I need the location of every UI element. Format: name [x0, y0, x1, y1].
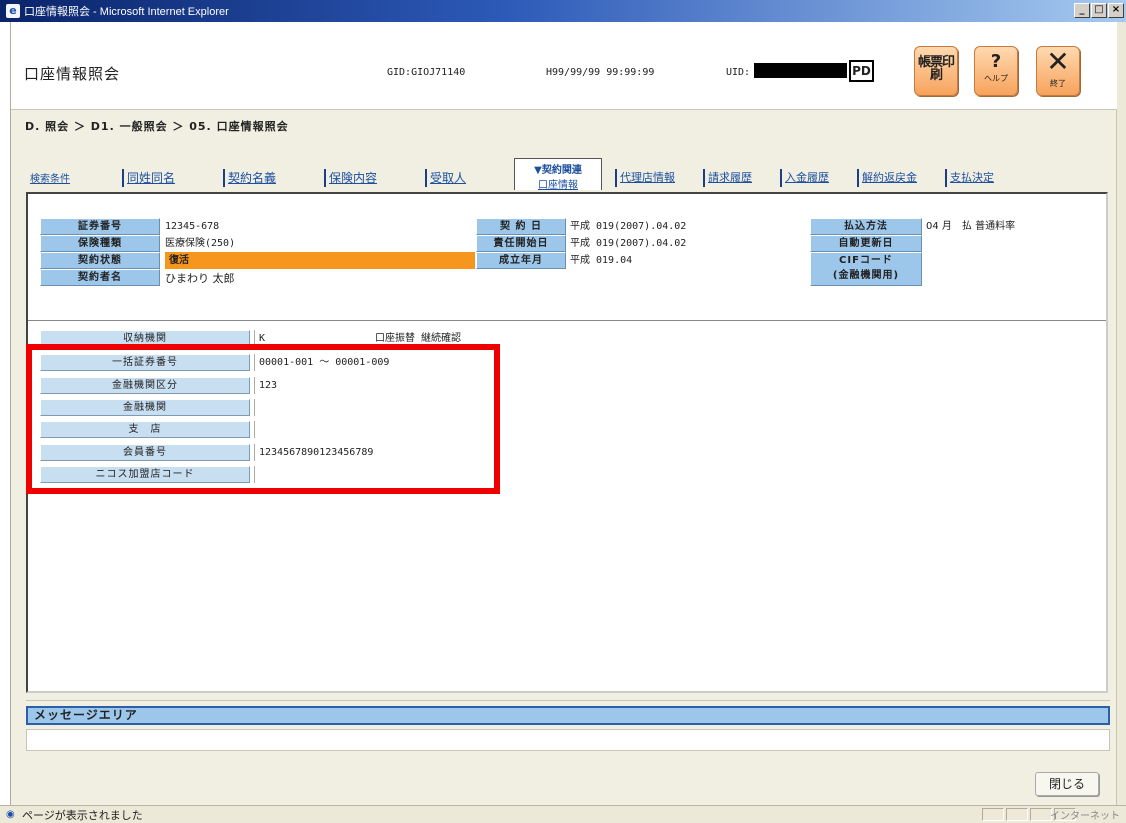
status-value: 復活 [165, 252, 475, 269]
status-bar: ◉ ページが表示されました インターネット [0, 805, 1126, 823]
tab-account-info[interactable]: ▼契約関連 口座情報 [514, 158, 602, 191]
breadcrumb: D. 照会 ＞ D1. 一般照会 ＞ 05. 口座情報照会 [25, 120, 289, 133]
liability-start-label: 責任開始日 [476, 235, 566, 252]
holder-value: ひまわり 太郎 [165, 272, 235, 285]
financial-institution-label: 金融機関 [40, 399, 250, 416]
tab-cancellation-refund[interactable]: 解約返戻金 [857, 169, 920, 187]
collection-agency-value: K 口座振替 継続確認 [254, 330, 461, 347]
close-window-button[interactable]: × [1108, 3, 1124, 18]
close-button[interactable]: 閉じる [1035, 772, 1099, 796]
liability-start-value: 平成 019(2007).04.02 [570, 238, 687, 249]
status-text: ページが表示されました [22, 809, 143, 822]
exit-button[interactable]: ✕ 終了 [1036, 46, 1080, 96]
print-button[interactable]: 帳票印刷 [914, 46, 958, 96]
established-value: 平成 019.04 [570, 255, 633, 266]
message-area-body [26, 729, 1110, 751]
insurance-type-label: 保険種類 [40, 235, 160, 252]
datetime-text: H99/99/99 99:99:99 [546, 67, 655, 78]
window-controls: _ □ × [1074, 3, 1124, 18]
nicos-merchant-code-value [254, 466, 259, 483]
policy-no-value: 12345-678 [165, 221, 220, 232]
status-cell [1006, 808, 1028, 821]
uid-label: UID: [726, 67, 751, 78]
window-title-bar: e 口座情報照会 - Microsoft Internet Explorer _… [0, 0, 1126, 22]
print-label: 帳票印刷 [917, 55, 955, 83]
tab-billing-history[interactable]: 請求履歴 [703, 169, 755, 187]
auto-renewal-label: 自動更新日 [810, 235, 922, 252]
contract-date-label: 契 約 日 [476, 218, 566, 235]
insurance-type-value: 医療保険(250) [165, 238, 236, 249]
tab-search-condition[interactable]: 検索条件 [27, 170, 73, 188]
status-label: 契約状態 [40, 252, 160, 269]
cif-code-label: CIFコード (金融機関用) [810, 252, 922, 286]
minimize-button[interactable]: _ [1074, 3, 1090, 18]
financial-category-label: 金融機関区分 [40, 377, 250, 394]
policy-no-label: 証券番号 [40, 218, 160, 235]
section-divider [28, 320, 1106, 321]
nicos-merchant-code-label: ニコス加盟店コード [40, 466, 250, 483]
payment-method-value: 04 月 払 普通料率 [926, 221, 1016, 232]
payment-method-label: 払込方法 [810, 218, 922, 235]
bulk-policy-no-label: 一括証券番号 [40, 354, 250, 371]
branch-value [254, 421, 259, 438]
zone-text: インターネット [1050, 811, 1120, 822]
tab-account-info-label: 口座情報 [538, 180, 578, 191]
app-frame: 口座情報照会 GID:GIOJ71140 H99/99/99 99:99:99 … [10, 22, 1117, 805]
ie-icon: e [6, 4, 20, 18]
tab-recipient[interactable]: 受取人 [425, 169, 469, 187]
tab-contract-name[interactable]: 契約名義 [223, 169, 279, 187]
help-button[interactable]: ? ヘルプ [974, 46, 1018, 96]
tab-deposit-history[interactable]: 入金履歴 [780, 169, 832, 187]
uid-redacted [754, 63, 847, 78]
branch-label: 支 店 [40, 421, 250, 438]
help-label: ヘルプ [984, 74, 1008, 83]
contract-date-value: 平成 019(2007).04.02 [570, 221, 687, 232]
app-header: 口座情報照会 GID:GIOJ71140 H99/99/99 99:99:99 … [11, 22, 1117, 110]
message-area-header: メッセージエリア [26, 706, 1110, 725]
established-label: 成立年月 [476, 252, 566, 269]
tab-bar: 検索条件 同姓同名 契約名義 保険内容 受取人 ▼契約関連 口座情報 代理店情報… [27, 158, 1107, 191]
collection-agency-label: 収納機関 [40, 330, 250, 347]
maximize-button[interactable]: □ [1091, 3, 1107, 18]
account-info-panel: 証券番号 12345-678 保険種類 医療保険(250) 契約状態 復活 契約… [26, 192, 1108, 693]
status-cell [1030, 808, 1052, 821]
status-cell [982, 808, 1004, 821]
tab-same-name[interactable]: 同姓同名 [122, 169, 178, 187]
financial-institution-value [254, 399, 259, 416]
tab-insurance-content[interactable]: 保険内容 [324, 169, 380, 187]
window-title: 口座情報照会 - Microsoft Internet Explorer [24, 6, 229, 18]
vertical-scrollbar[interactable] [1116, 22, 1126, 805]
question-icon: ? [990, 51, 1002, 72]
exit-label: 終了 [1050, 79, 1066, 88]
holder-label: 契約者名 [40, 269, 160, 286]
page-done-icon: ◉ [6, 808, 15, 820]
financial-category-value: 123 [254, 377, 277, 394]
member-no-label: 会員番号 [40, 444, 250, 461]
tab-agency[interactable]: 代理店情報 [615, 169, 678, 187]
gid-text: GID:GIOJ71140 [387, 67, 466, 78]
tab-group-contract: ▼契約関連 [534, 165, 582, 176]
close-x-icon: ✕ [1046, 45, 1070, 78]
bulk-policy-no-value: 00001-001 ～ 00001-009 [254, 354, 389, 371]
tab-payment-decision[interactable]: 支払決定 [945, 169, 997, 187]
message-area: メッセージエリア [26, 700, 1110, 764]
page-title: 口座情報照会 [24, 66, 121, 83]
pd-badge: PD [849, 60, 874, 82]
member-no-value: 1234567890123456789 [254, 444, 373, 461]
